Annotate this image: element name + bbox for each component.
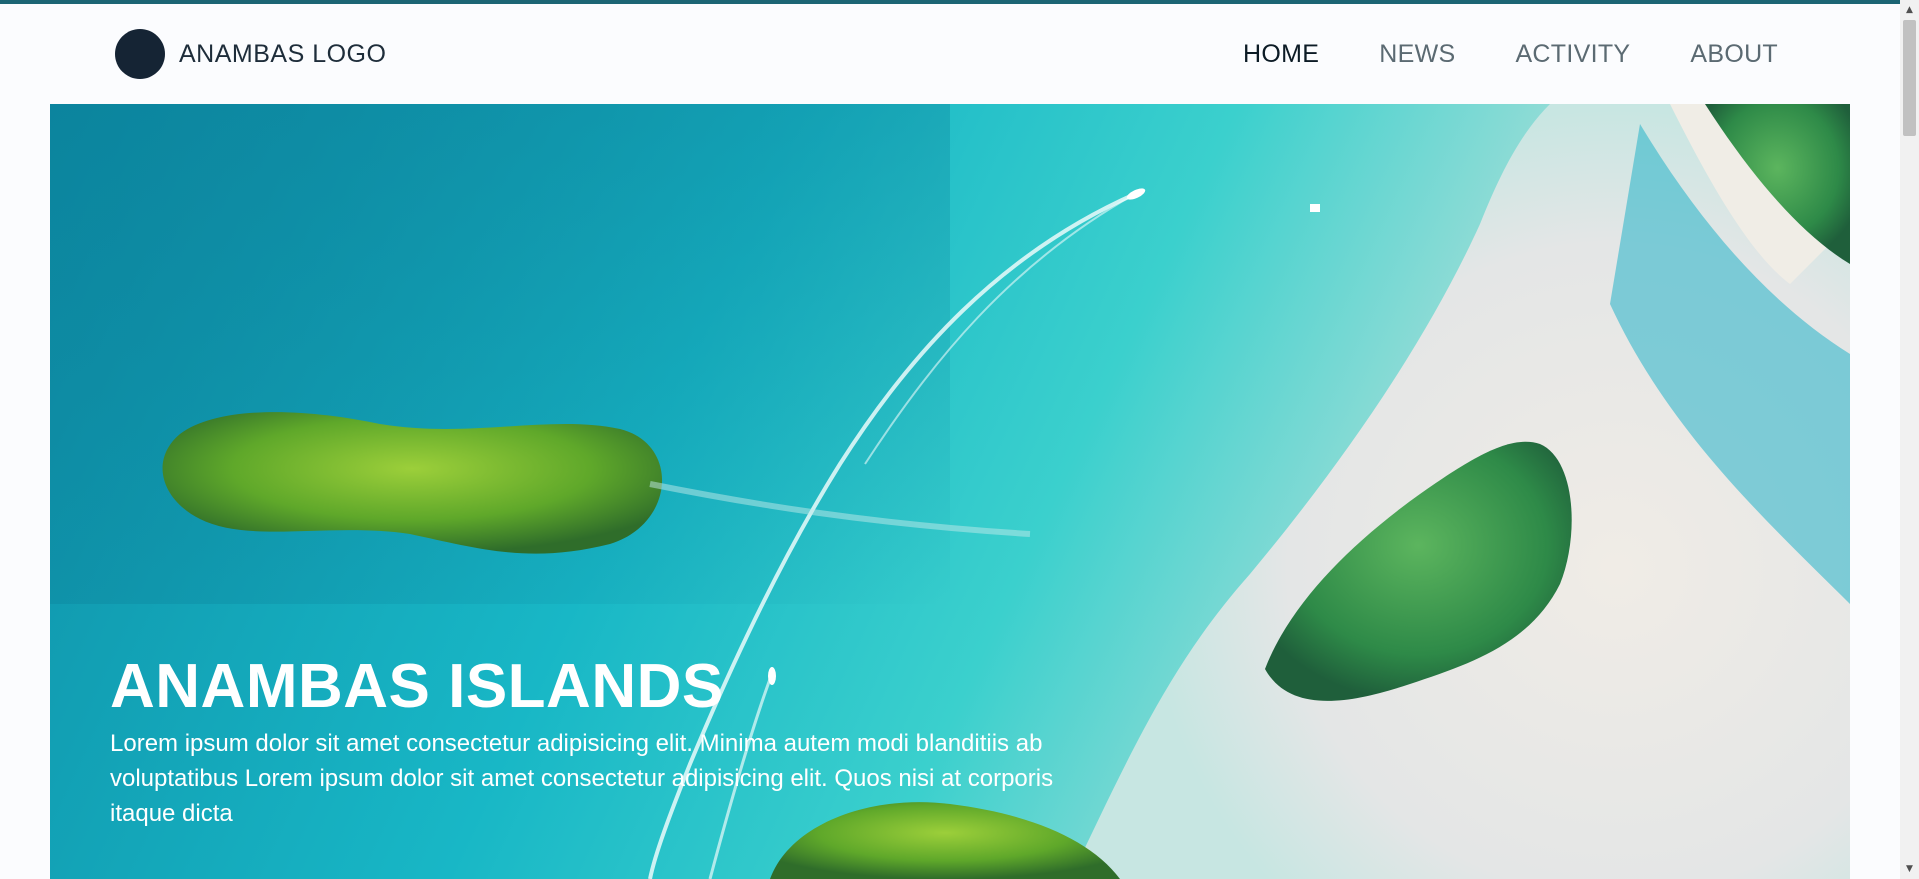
scrollbar-thumb[interactable]	[1903, 20, 1916, 136]
scroll-up-arrow-icon[interactable]: ▲	[1900, 2, 1919, 18]
hero-title: ANAMBAS ISLANDS	[110, 652, 724, 721]
nav-news[interactable]: NEWS	[1379, 40, 1455, 69]
scroll-down-arrow-icon[interactable]: ▼	[1900, 861, 1919, 877]
site-header: ANAMBAS LOGO HOME NEWS ACTIVITY ABOUT	[0, 4, 1900, 104]
brand-logo-link[interactable]: ANAMBAS LOGO	[115, 29, 386, 79]
brand-name: ANAMBAS LOGO	[179, 39, 387, 68]
main-nav: HOME NEWS ACTIVITY ABOUT	[1243, 40, 1778, 69]
hero-description: Lorem ipsum dolor sit amet consectetur a…	[110, 730, 1054, 827]
hero-content: ANAMBAS ISLANDS Lorem ipsum dolor sit am…	[110, 652, 1110, 831]
nav-about[interactable]: ABOUT	[1690, 40, 1778, 69]
logo-circle-icon	[115, 29, 165, 79]
hero-banner: ANAMBAS ISLANDS Lorem ipsum dolor sit am…	[50, 104, 1850, 879]
nav-home[interactable]: HOME	[1243, 40, 1319, 69]
page-scrollbar[interactable]: ▲ ▼	[1900, 0, 1919, 879]
nav-activity[interactable]: ACTIVITY	[1515, 40, 1630, 69]
